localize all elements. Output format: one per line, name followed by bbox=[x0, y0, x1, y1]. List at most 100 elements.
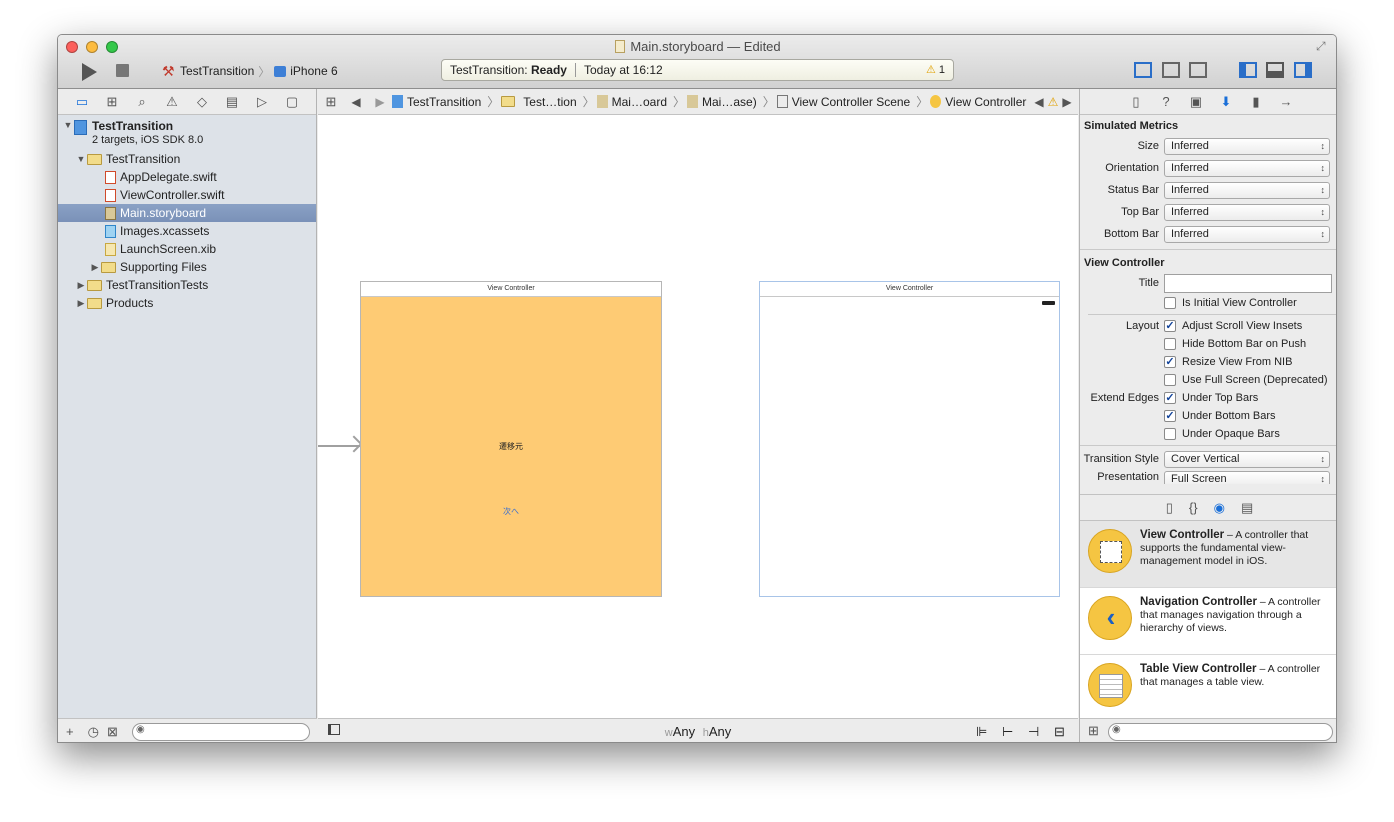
folder-icon bbox=[87, 279, 102, 291]
list-item[interactable]: ▶ Products bbox=[58, 294, 316, 312]
code-snippet-library-icon[interactable]: {} bbox=[1189, 500, 1198, 515]
editor-footer: wAny hAny ⊫ ⊢ ⊣ ⊟ bbox=[318, 718, 1078, 742]
jump-item-project[interactable]: TestTransition bbox=[392, 95, 481, 109]
full-screen-checkbox[interactable] bbox=[1164, 374, 1176, 386]
test-navigator-icon[interactable]: ◇ bbox=[194, 94, 210, 110]
run-button[interactable] bbox=[82, 63, 97, 81]
storyboard-file-icon bbox=[687, 95, 699, 108]
issue-navigator-icon[interactable]: ⚠ bbox=[164, 94, 180, 110]
library-filter-input[interactable]: ◉ bbox=[1108, 723, 1333, 741]
status-bar-popup[interactable]: Inferred bbox=[1164, 181, 1330, 199]
stop-button[interactable] bbox=[116, 64, 129, 77]
back-arrow-icon[interactable]: ◀ bbox=[344, 95, 368, 109]
identity-inspector-icon[interactable]: ▣ bbox=[1188, 94, 1204, 110]
project-icon bbox=[74, 120, 87, 135]
initial-vc-checkbox[interactable] bbox=[1164, 297, 1176, 309]
resize-from-nib-row: ✓ Resize View From NIB bbox=[1164, 356, 1293, 368]
view-controller-destination[interactable]: View Controller bbox=[759, 281, 1060, 597]
hide-bottom-bar-checkbox[interactable] bbox=[1164, 338, 1176, 350]
resize-from-nib-checkbox[interactable]: ✓ bbox=[1164, 356, 1176, 368]
presentation-popup[interactable]: Full Screen bbox=[1164, 471, 1330, 484]
library-item-navigation-controller[interactable]: ‹ Navigation Controller – A controller t… bbox=[1080, 588, 1336, 655]
list-item[interactable]: ▶ TestTransitionTests bbox=[58, 276, 316, 294]
related-items-icon[interactable]: ⊞ bbox=[318, 94, 344, 110]
jump-item-localization[interactable]: Mai…ase) bbox=[687, 95, 757, 109]
disclosure-open-icon[interactable]: ▼ bbox=[75, 154, 87, 164]
under-opaque-bars-checkbox[interactable] bbox=[1164, 428, 1176, 440]
scm-filter-icon[interactable]: ⊠ bbox=[107, 724, 118, 740]
jump-item-group[interactable]: Test…tion bbox=[501, 95, 577, 109]
filter-icon: ◉ bbox=[136, 724, 145, 735]
view-controller-source[interactable]: View Controller 遷移元 次へ bbox=[360, 281, 662, 597]
disclosure-closed-icon[interactable]: ▶ bbox=[75, 280, 87, 291]
standard-editor-icon[interactable] bbox=[1134, 62, 1152, 78]
iphone-device-icon bbox=[274, 65, 287, 77]
under-bottom-bars-checkbox[interactable]: ✓ bbox=[1164, 410, 1176, 422]
library-item-table-view-controller[interactable]: Table View Controller – A controller tha… bbox=[1080, 655, 1336, 722]
object-library-icon[interactable]: ◉ bbox=[1214, 500, 1225, 516]
grid-view-icon[interactable]: ⊞ bbox=[1088, 723, 1099, 739]
list-item[interactable]: ▼ TestTransition bbox=[58, 150, 316, 168]
jump-item-view-controller[interactable]: View Controller bbox=[930, 95, 1026, 109]
debug-navigator-icon[interactable]: ▤ bbox=[224, 94, 240, 110]
title-field[interactable] bbox=[1164, 273, 1332, 293]
jump-item-scene[interactable]: View Controller Scene bbox=[776, 95, 910, 109]
size-popup[interactable]: Inferred bbox=[1164, 137, 1330, 155]
list-item[interactable]: Images.xcassets bbox=[58, 222, 316, 240]
orientation-popup[interactable]: Inferred bbox=[1164, 159, 1330, 177]
media-library-icon[interactable]: ▤ bbox=[1241, 500, 1253, 516]
transition-style-popup[interactable]: Cover Vertical bbox=[1164, 450, 1330, 468]
file-inspector-icon[interactable]: ▯ bbox=[1128, 94, 1144, 110]
storyboard-canvas[interactable]: View Controller 遷移元 次へ View Controller bbox=[318, 116, 1078, 718]
align-icon[interactable]: ⊫ bbox=[976, 724, 987, 740]
list-item[interactable]: LaunchScreen.xib bbox=[58, 240, 316, 258]
resizing-behavior-icon[interactable]: ⊟ bbox=[1054, 724, 1065, 740]
resolve-issues-icon[interactable]: ⊣ bbox=[1028, 724, 1039, 740]
version-editor-icon[interactable] bbox=[1189, 62, 1207, 78]
breakpoint-navigator-icon[interactable]: ▷ bbox=[254, 94, 270, 110]
next-issue-icon[interactable]: ▶ bbox=[1062, 95, 1071, 109]
disclosure-closed-icon[interactable]: ▶ bbox=[75, 298, 87, 309]
quick-help-icon[interactable]: ? bbox=[1158, 94, 1174, 109]
disclosure-closed-icon[interactable]: ▶ bbox=[89, 262, 101, 273]
debug-area-toggle-icon[interactable] bbox=[1266, 62, 1284, 78]
list-item-selected[interactable]: Main.storyboard bbox=[58, 204, 316, 222]
attributes-inspector-icon[interactable]: ⬇ bbox=[1218, 94, 1234, 110]
connections-inspector-icon[interactable]: → bbox=[1278, 94, 1294, 109]
previous-issue-icon[interactable]: ◀ bbox=[1034, 95, 1043, 109]
log-navigator-icon[interactable]: ▢ bbox=[284, 94, 300, 110]
size-class-control[interactable]: wAny hAny bbox=[318, 724, 1078, 739]
under-top-bars-checkbox[interactable]: ✓ bbox=[1164, 392, 1176, 404]
list-item[interactable]: ViewController.swift bbox=[58, 186, 316, 204]
pin-icon[interactable]: ⊢ bbox=[1002, 724, 1013, 740]
adjust-scroll-insets-checkbox[interactable]: ✓ bbox=[1164, 320, 1176, 332]
add-icon[interactable]: + bbox=[66, 724, 74, 739]
navigator-filter-input[interactable]: ◉ bbox=[132, 723, 310, 741]
list-item[interactable]: ▶ Supporting Files bbox=[58, 258, 316, 276]
symbol-navigator-icon[interactable]: ⊞ bbox=[104, 94, 120, 110]
recent-files-icon[interactable]: ◷ bbox=[88, 724, 99, 740]
forward-arrow-icon[interactable]: ▶ bbox=[368, 95, 392, 109]
vc-view[interactable]: 遷移元 次へ bbox=[361, 297, 661, 596]
warning-icon[interactable]: ⚠ bbox=[1048, 95, 1059, 109]
navigator-toggle-icon[interactable] bbox=[1239, 62, 1257, 78]
warning-indicator[interactable]: ⚠ 1 bbox=[926, 63, 945, 76]
fullscreen-icon[interactable]: ⤢ bbox=[1316, 39, 1330, 53]
file-template-library-icon[interactable]: ▯ bbox=[1166, 500, 1173, 516]
find-navigator-icon[interactable]: ⌕ bbox=[134, 94, 150, 110]
disclosure-open-icon[interactable]: ▼ bbox=[62, 120, 74, 130]
project-navigator-icon[interactable]: ▭ bbox=[74, 94, 90, 110]
table-view-controller-icon bbox=[1088, 663, 1132, 707]
project-root-row[interactable]: ▼ TestTransition 2 targets, iOS SDK 8.0 bbox=[58, 118, 316, 150]
utilities-toggle-icon[interactable] bbox=[1294, 62, 1312, 78]
next-button[interactable]: 次へ bbox=[361, 506, 661, 517]
list-item[interactable]: AppDelegate.swift bbox=[58, 168, 316, 186]
jump-item-file[interactable]: Mai…oard bbox=[596, 95, 667, 109]
bottom-bar-popup[interactable]: Inferred bbox=[1164, 225, 1330, 243]
assistant-editor-icon[interactable] bbox=[1162, 62, 1180, 78]
file-tree: ▼ TestTransition 2 targets, iOS SDK 8.0 ▼… bbox=[58, 115, 316, 312]
scheme-selector[interactable]: ⚒ TestTransition 〉 iPhone 6 bbox=[162, 63, 338, 79]
size-inspector-icon[interactable]: ▮ bbox=[1248, 94, 1264, 110]
top-bar-popup[interactable]: Inferred bbox=[1164, 203, 1330, 221]
library-item-view-controller[interactable]: View Controller – A controller that supp… bbox=[1080, 521, 1336, 588]
